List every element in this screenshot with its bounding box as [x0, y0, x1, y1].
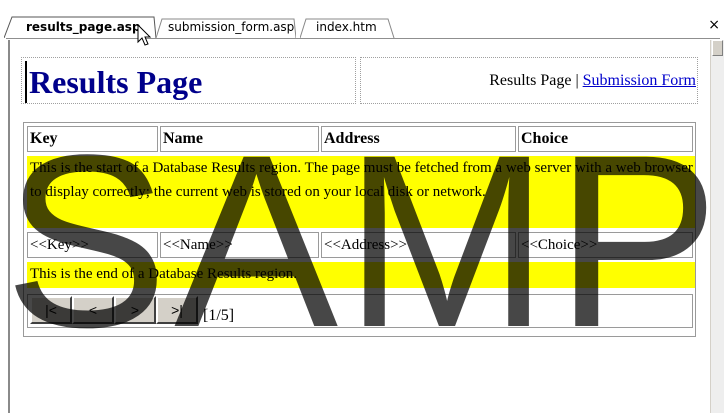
placeholder-address: <<Address>>	[321, 232, 516, 258]
document-tab-strip: results_page.asp submission_form.asp ind…	[0, 0, 724, 40]
close-icon[interactable]: ×	[708, 17, 720, 33]
tab-label: index.htm	[316, 20, 377, 34]
nav-separator: |	[571, 72, 583, 89]
header-cell-key: Key	[27, 126, 158, 152]
placeholder-name: <<Name>>	[160, 232, 319, 258]
placeholder-choice: <<Choice>>	[518, 232, 693, 258]
header-cell-choice: Choice	[518, 126, 693, 152]
vertical-scrollbar[interactable]	[710, 40, 724, 413]
tab-index[interactable]: index.htm	[300, 16, 396, 38]
results-end-notice: This is the end of a Database Results re…	[27, 262, 695, 288]
prev-page-button[interactable]: <	[72, 296, 114, 324]
scrollbar-thumb[interactable]	[712, 40, 723, 56]
last-page-button[interactable]: >|	[156, 296, 198, 324]
tab-submission-form[interactable]: submission_form.asp	[156, 16, 296, 38]
page-indicator: [1/5]	[203, 307, 235, 324]
submission-form-link[interactable]: Submission Form	[583, 72, 696, 89]
nav-links: Results Page | Submission Form	[489, 71, 696, 91]
header-cell-name: Name	[160, 126, 319, 152]
tab-results-page[interactable]: results_page.asp	[4, 16, 156, 38]
next-page-button[interactable]: >	[114, 296, 156, 324]
tab-strip-baseline	[6, 38, 720, 39]
tab-label: results_page.asp	[26, 20, 141, 34]
nav-current: Results Page	[489, 72, 572, 89]
placeholder-key: <<Key>>	[27, 232, 158, 258]
header-cell-address: Address	[321, 126, 516, 152]
margin-rule	[8, 40, 10, 413]
first-page-button[interactable]: |<	[30, 296, 72, 324]
tab-label: submission_form.asp	[168, 20, 295, 34]
mouse-pointer-icon	[137, 24, 152, 46]
text-caret	[25, 61, 27, 103]
design-view[interactable]: Results Page Results Page | Submission F…	[0, 40, 708, 413]
results-start-notice: This is the start of a Database Results …	[27, 156, 695, 228]
page-title: Results Page	[29, 64, 203, 100]
